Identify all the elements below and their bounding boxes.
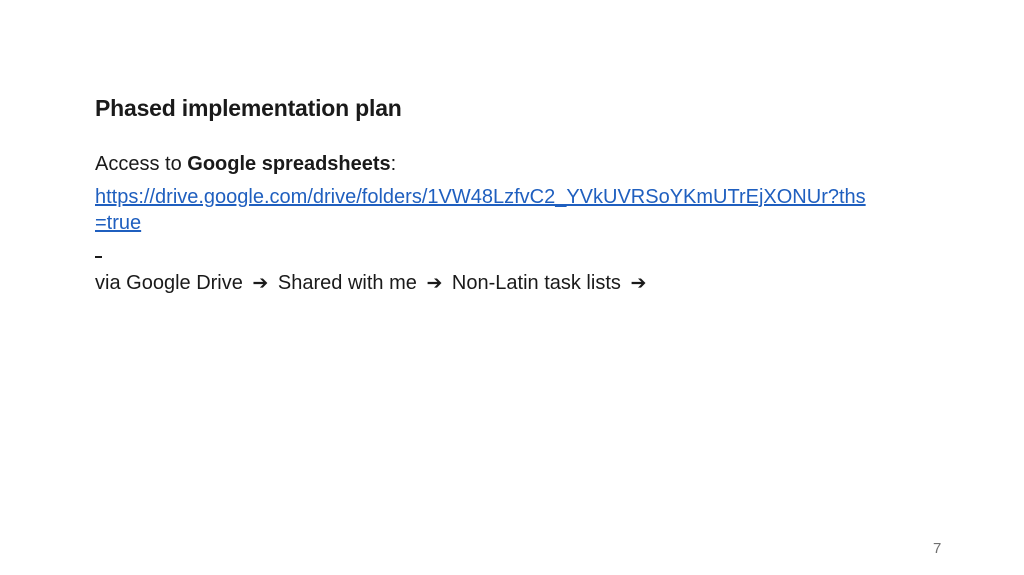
arrow-right-icon: ➔ bbox=[630, 272, 647, 294]
arrow-right-icon: ➔ bbox=[426, 272, 443, 294]
access-bold-label: Google spreadsheets bbox=[187, 153, 391, 175]
arrow-right-icon: ➔ bbox=[252, 272, 269, 294]
path-prefix: via bbox=[95, 272, 121, 294]
path-step-non-latin-task-lists: Non-Latin task lists bbox=[451, 272, 621, 294]
slide-title: Phased implementation plan bbox=[95, 95, 402, 121]
path-step-google-drive: Google Drive bbox=[126, 272, 243, 294]
drive-folder-link[interactable]: https://drive.google.com/drive/folders/1… bbox=[95, 184, 875, 236]
access-line: Access to Google spreadsheets: bbox=[95, 153, 396, 176]
navigation-path: via Google Drive ➔ Shared with me ➔ Non-… bbox=[95, 272, 650, 295]
access-prefix: Access to bbox=[95, 153, 188, 175]
bullet-dash bbox=[95, 256, 102, 258]
path-step-shared-with-me: Shared with me bbox=[277, 272, 417, 294]
access-suffix: : bbox=[390, 153, 397, 175]
page-number: 7 bbox=[933, 540, 942, 557]
slide: Phased implementation plan Access to Goo… bbox=[0, 0, 1024, 575]
